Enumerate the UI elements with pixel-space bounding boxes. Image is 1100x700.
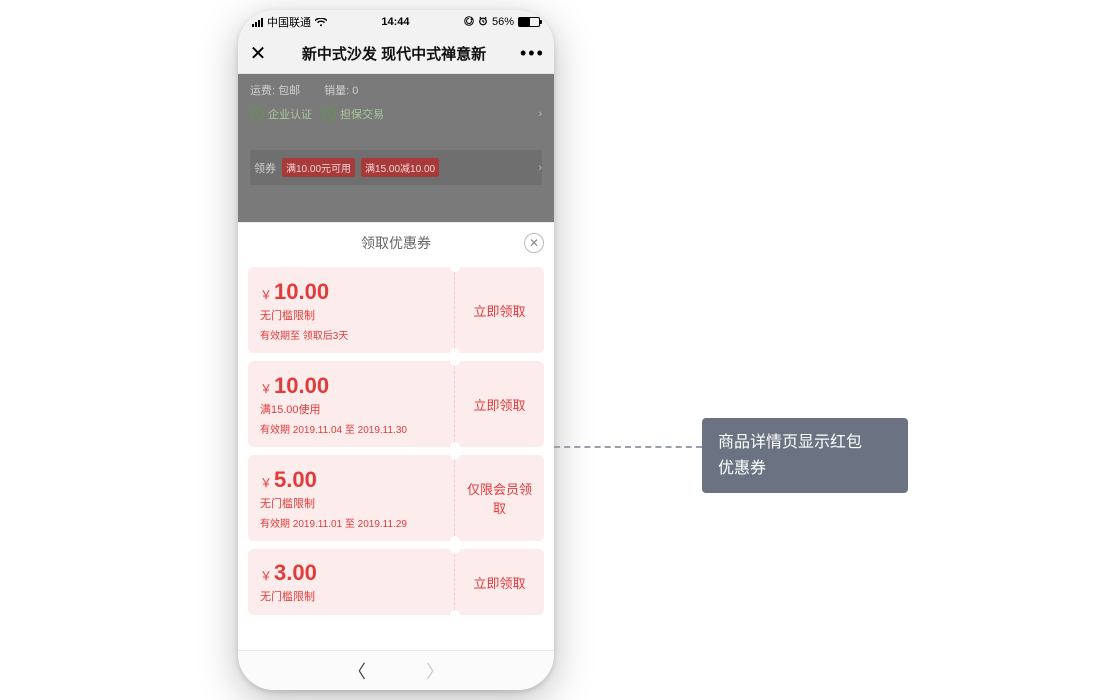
coupon-entry-row[interactable]: 领券 满10.00元可用 满15.00减10.00 › bbox=[250, 150, 542, 185]
sales-value: 0 bbox=[352, 85, 358, 97]
wifi-icon bbox=[315, 18, 327, 27]
shipping-value: 包邮 bbox=[278, 85, 300, 97]
coupon-item: ￥3.00 无门槛限制 立即领取 bbox=[248, 549, 544, 615]
bottom-toolbar: 〈 〉 bbox=[238, 650, 554, 690]
product-detail-dimmed: 运费: 包邮 销量: 0 ✓ 企业认证 ✓ 担保交易 › 领券 满10.00元可用 … bbox=[238, 74, 554, 222]
coupon-item: ￥10.00 满15.00使用 有效期 2019.11.04 至 2019.11… bbox=[248, 361, 544, 447]
coupon-condition: 无门槛限制 bbox=[260, 307, 442, 323]
coupon-validity: 有效期 2019.11.04 至 2019.11.30 bbox=[260, 421, 442, 436]
more-icon[interactable]: ••• bbox=[520, 43, 544, 64]
signal-icon bbox=[252, 18, 263, 27]
phone-frame: 中国联通 14:44 56% ✕ 新中式沙发 现代中式禅意新 ••• 运费: 包… bbox=[238, 10, 554, 690]
nav-header: ✕ 新中式沙发 现代中式禅意新 ••• bbox=[238, 34, 554, 74]
escrow-cert-icon: ✓ bbox=[322, 107, 336, 121]
coupon-item: ￥10.00 无门槛限制 有效期至 领取后3天 立即领取 bbox=[248, 267, 544, 353]
claim-button[interactable]: 仅限会员领取 bbox=[454, 455, 544, 541]
coupon-tag: 满10.00元可用 bbox=[282, 158, 355, 177]
escrow-cert-label: 担保交易 bbox=[340, 106, 384, 122]
company-cert-label: 企业认证 bbox=[268, 106, 312, 122]
sheet-header: 领取优惠券 ✕ bbox=[238, 223, 554, 263]
battery-pct: 56% bbox=[492, 16, 514, 28]
currency-symbol: ￥ bbox=[260, 286, 272, 303]
coupon-tag: 满15.00减10.00 bbox=[361, 158, 439, 177]
annotation-connector bbox=[554, 446, 702, 448]
status-bar: 中国联通 14:44 56% bbox=[238, 10, 554, 34]
coupon-condition: 无门槛限制 bbox=[260, 588, 442, 604]
coupon-sheet: 领取优惠券 ✕ ￥10.00 无门槛限制 有效期至 领取后3天 立即领取 ￥10… bbox=[238, 222, 554, 690]
currency-symbol: ￥ bbox=[260, 474, 272, 491]
status-right: 56% bbox=[464, 16, 540, 29]
claim-button[interactable]: 立即领取 bbox=[454, 549, 544, 615]
coupon-amount: 3.00 bbox=[274, 560, 317, 586]
nav-back-icon[interactable]: 〈 bbox=[348, 658, 366, 684]
coupon-item: ￥5.00 无门槛限制 有效期 2019.11.01 至 2019.11.29 … bbox=[248, 455, 544, 541]
alarm-icon bbox=[478, 16, 488, 29]
coupon-validity: 有效期至 领取后3天 bbox=[260, 327, 442, 342]
annotation-text: 优惠券 bbox=[718, 456, 892, 482]
coupon-amount: 5.00 bbox=[274, 467, 317, 493]
currency-symbol: ￥ bbox=[260, 567, 272, 584]
status-left: 中国联通 bbox=[252, 14, 327, 30]
company-cert-icon: ✓ bbox=[250, 107, 264, 121]
currency-symbol: ￥ bbox=[260, 380, 272, 397]
chevron-right-icon: › bbox=[538, 162, 542, 174]
page-title: 新中式沙发 现代中式禅意新 bbox=[276, 43, 512, 64]
status-time: 14:44 bbox=[327, 16, 464, 28]
coupon-list: ￥10.00 无门槛限制 有效期至 领取后3天 立即领取 ￥10.00 满15.… bbox=[238, 263, 554, 650]
annotation-callout: 商品详情页显示红包 优惠券 bbox=[702, 418, 908, 493]
sheet-title: 领取优惠券 bbox=[361, 233, 431, 253]
claim-button[interactable]: 立即领取 bbox=[454, 267, 544, 353]
sales-label: 销量: bbox=[324, 85, 349, 97]
claim-button[interactable]: 立即领取 bbox=[454, 361, 544, 447]
battery-icon bbox=[518, 17, 540, 27]
shipping-label: 运费: bbox=[250, 85, 275, 97]
coupon-amount: 10.00 bbox=[274, 279, 329, 305]
coupon-amount: 10.00 bbox=[274, 373, 329, 399]
rotation-lock-icon bbox=[464, 16, 474, 29]
carrier-label: 中国联通 bbox=[267, 14, 311, 30]
annotation-text: 商品详情页显示红包 bbox=[718, 430, 892, 456]
close-icon[interactable]: ✕ bbox=[248, 44, 268, 64]
certification-row[interactable]: ✓ 企业认证 ✓ 担保交易 › bbox=[250, 106, 542, 122]
sheet-close-icon[interactable]: ✕ bbox=[524, 233, 544, 253]
coupon-condition: 满15.00使用 bbox=[260, 401, 442, 417]
coupon-condition: 无门槛限制 bbox=[260, 495, 442, 511]
chevron-right-icon: › bbox=[538, 108, 542, 120]
coupon-entry-label: 领券 bbox=[254, 160, 276, 176]
coupon-validity: 有效期 2019.11.01 至 2019.11.29 bbox=[260, 515, 442, 530]
nav-forward-icon[interactable]: 〉 bbox=[426, 658, 444, 684]
